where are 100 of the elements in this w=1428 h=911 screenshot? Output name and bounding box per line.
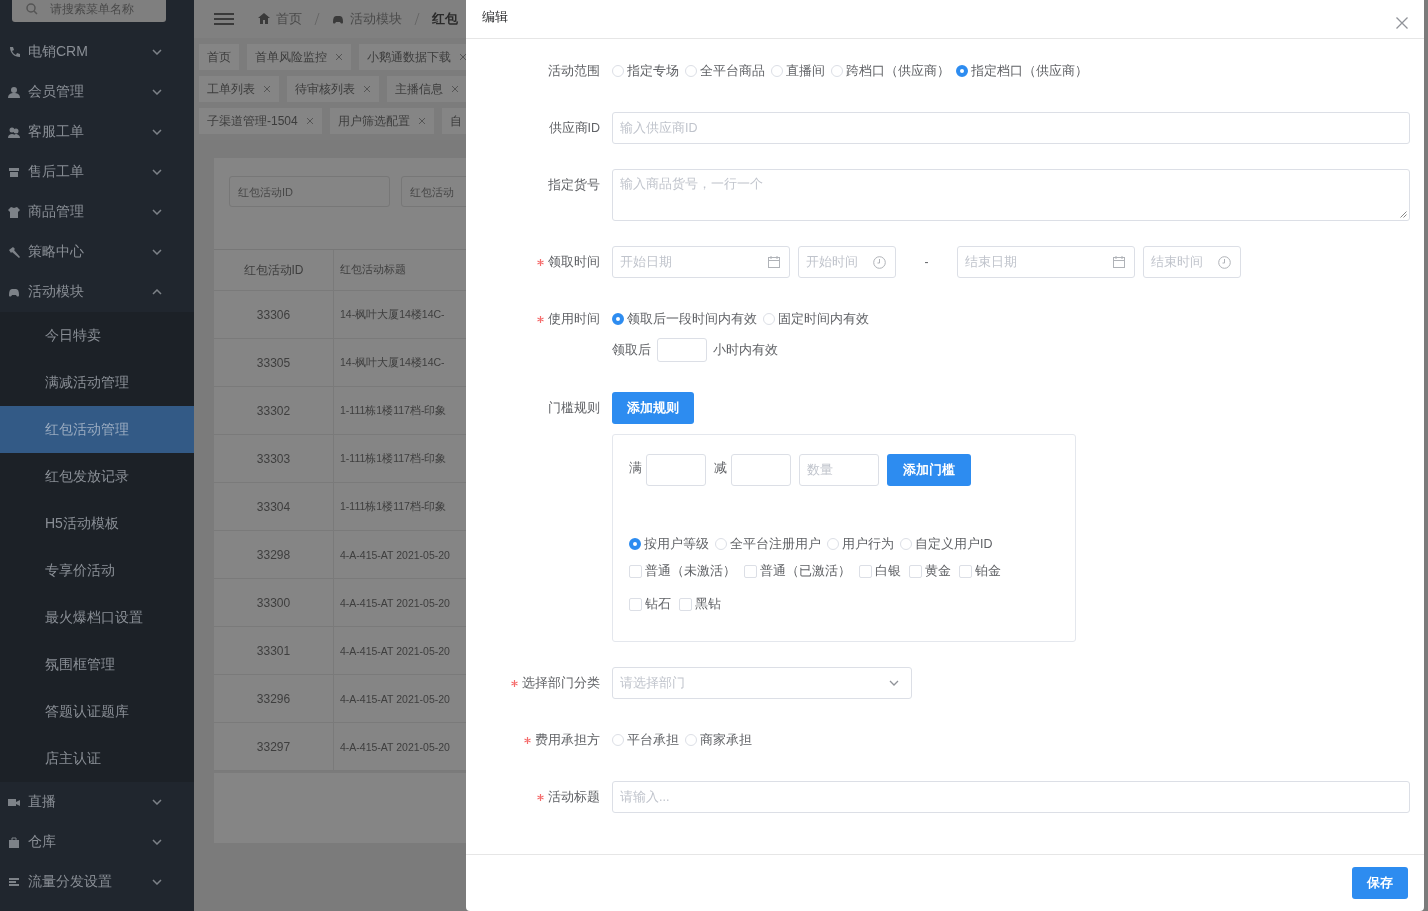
radio-button[interactable] [956, 65, 968, 77]
add-threshold-button[interactable]: 添加门槛 [887, 454, 971, 486]
checkbox-option[interactable]: 钻石 [629, 594, 671, 614]
radio-option[interactable]: 平台承担 [612, 731, 679, 749]
breadcrumb-separator-icon [414, 13, 420, 25]
column-header: 红包活动ID [214, 250, 334, 290]
radio-option[interactable]: 全平台注册用户 [715, 535, 821, 553]
add-rule-button[interactable]: 添加规则 [612, 392, 694, 424]
table-cell: 33304 [214, 483, 334, 530]
clock-icon [873, 255, 886, 269]
field-label: 活动标题 [548, 788, 600, 806]
table-cell-text: 1-111栋1楼117档-印象 [339, 450, 447, 466]
checkbox-option[interactable]: 普通（未激活） [629, 561, 736, 581]
radio-option[interactable]: 自定义用户ID [900, 535, 993, 553]
checkbox[interactable] [909, 564, 922, 578]
sidebar-subitem[interactable]: 红包发放记录 [0, 453, 194, 500]
page-tab[interactable]: 待审核列表 [287, 76, 379, 102]
checkbox[interactable] [859, 564, 872, 578]
table-cell-text: 4-A-415-AT 2021-05-20 [339, 643, 450, 659]
radio-button[interactable] [629, 538, 641, 550]
page-tab[interactable]: 主播信息 [387, 76, 466, 102]
table-cell: 33297 [214, 723, 334, 770]
page-tab[interactable]: 首页 [199, 44, 239, 70]
suffix-text: 小时内有效 [713, 341, 778, 359]
table-cell-text: 4-A-415-AT 2021-05-20 [339, 739, 450, 755]
video-camera-icon [8, 796, 20, 808]
radio-option[interactable]: 用户行为 [827, 535, 894, 553]
checkbox-option[interactable]: 黄金 [909, 561, 951, 581]
breadcrumb-link[interactable]: 红包 [432, 10, 458, 28]
sidebar-subitem[interactable]: 答题认证题库 [0, 688, 194, 735]
page-tab[interactable]: 子渠道管理-1504 [199, 108, 322, 134]
list-icon [8, 876, 20, 888]
close-icon[interactable] [1396, 17, 1408, 29]
prefix-text: 领取后 [612, 341, 651, 359]
radio-option[interactable]: 商家承担 [685, 731, 752, 749]
radio-option[interactable]: 跨档口（供应商） [831, 62, 950, 80]
checkbox-option[interactable]: 黑钻 [679, 594, 721, 614]
table-cell: 33301 [214, 627, 334, 674]
checkbox-option[interactable]: 铂金 [959, 561, 1001, 581]
person-icon [8, 86, 20, 98]
table-cell-text: 1-111栋1楼117档-印象 [339, 402, 447, 418]
sidebar-item[interactable]: 会员管理 [0, 72, 194, 112]
radio-option[interactable]: 全平台商品 [685, 62, 765, 80]
table-cell: 33302 [214, 387, 334, 434]
table-cell-text: 4-A-415-AT 2021-05-20 [339, 691, 450, 707]
sidebar-item[interactable]: 商品管理 [0, 192, 194, 232]
table-cell: 33306 [214, 291, 334, 338]
phone-icon [8, 46, 20, 58]
sidebar-item[interactable]: 流量分发设置 [0, 862, 194, 902]
sidebar-item[interactable]: 策略中心 [0, 232, 194, 272]
radio-option[interactable]: 固定时间内有效 [763, 310, 869, 328]
resize-handle-icon [1400, 211, 1407, 218]
radio-button[interactable] [612, 313, 624, 325]
search-icon [26, 3, 38, 15]
checkbox[interactable] [959, 564, 972, 578]
table-cell: 33296 [214, 675, 334, 722]
full-label: 满 [629, 459, 642, 477]
save-button[interactable]: 保存 [1352, 867, 1408, 899]
checkbox[interactable] [679, 597, 692, 611]
checkbox[interactable] [629, 564, 642, 578]
sidebar-item[interactable]: 活动模块 [0, 272, 194, 312]
sidebar-subitem[interactable]: 红包活动管理 [0, 406, 194, 453]
sidebar-subitem[interactable]: 氛围框管理 [0, 641, 194, 688]
radio-option[interactable]: 领取后一段时间内有效 [612, 310, 757, 328]
sidebar-subitem[interactable]: H5活动模板 [0, 500, 194, 547]
checkbox[interactable] [744, 564, 757, 578]
sidebar-subitem[interactable]: 店主认证 [0, 735, 194, 782]
radio-option[interactable]: 直播间 [771, 62, 825, 80]
checkbox-option[interactable]: 白银 [859, 561, 901, 581]
range-separator: - [923, 255, 930, 269]
amount-field[interactable] [731, 454, 791, 486]
radio-option[interactable]: 指定专场 [612, 62, 679, 80]
page-tab[interactable]: 小鹅通数据下载 [359, 44, 466, 70]
sidebar-item[interactable]: 仓库 [0, 822, 194, 862]
field-label: 使用时间 [548, 310, 600, 328]
dialog-title: 编辑 [482, 8, 508, 26]
table-cell-text: 14-枫叶大厦14楼14C- [339, 306, 445, 322]
page-tab[interactable]: 首单风险监控 [247, 44, 351, 70]
sidebar-item[interactable]: 客服工单 [0, 112, 194, 152]
page-tab[interactable]: 自 [441, 108, 466, 134]
page-tab[interactable]: 用户筛选配置 [329, 108, 434, 134]
sidebar-item[interactable]: 售后工单 [0, 152, 194, 192]
radio-option[interactable]: 指定档口（供应商） [956, 62, 1088, 80]
box-icon [8, 166, 20, 178]
sidebar-subitem[interactable]: 专享价活动 [0, 547, 194, 594]
home-icon [258, 13, 270, 25]
sidebar-item[interactable]: 直播 [0, 782, 194, 822]
checkbox-option[interactable]: 普通（已激活） [744, 561, 851, 581]
table-cell: 33305 [214, 339, 334, 386]
hours-field[interactable] [657, 338, 707, 362]
chevron-down-icon [889, 680, 899, 686]
sidebar-item[interactable]: 电销CRM [0, 32, 194, 72]
amount-field[interactable] [646, 454, 706, 486]
radio-option[interactable]: 按用户等级 [629, 535, 709, 553]
sidebar-subitem[interactable]: 满减活动管理 [0, 359, 194, 406]
page-tab[interactable]: 工单列表 [199, 76, 279, 102]
sidebar-subitem[interactable]: 最火爆档口设置 [0, 594, 194, 641]
sidebar-subitem[interactable]: 今日特卖 [0, 312, 194, 359]
gamepad-icon [8, 286, 20, 298]
checkbox[interactable] [629, 597, 642, 611]
